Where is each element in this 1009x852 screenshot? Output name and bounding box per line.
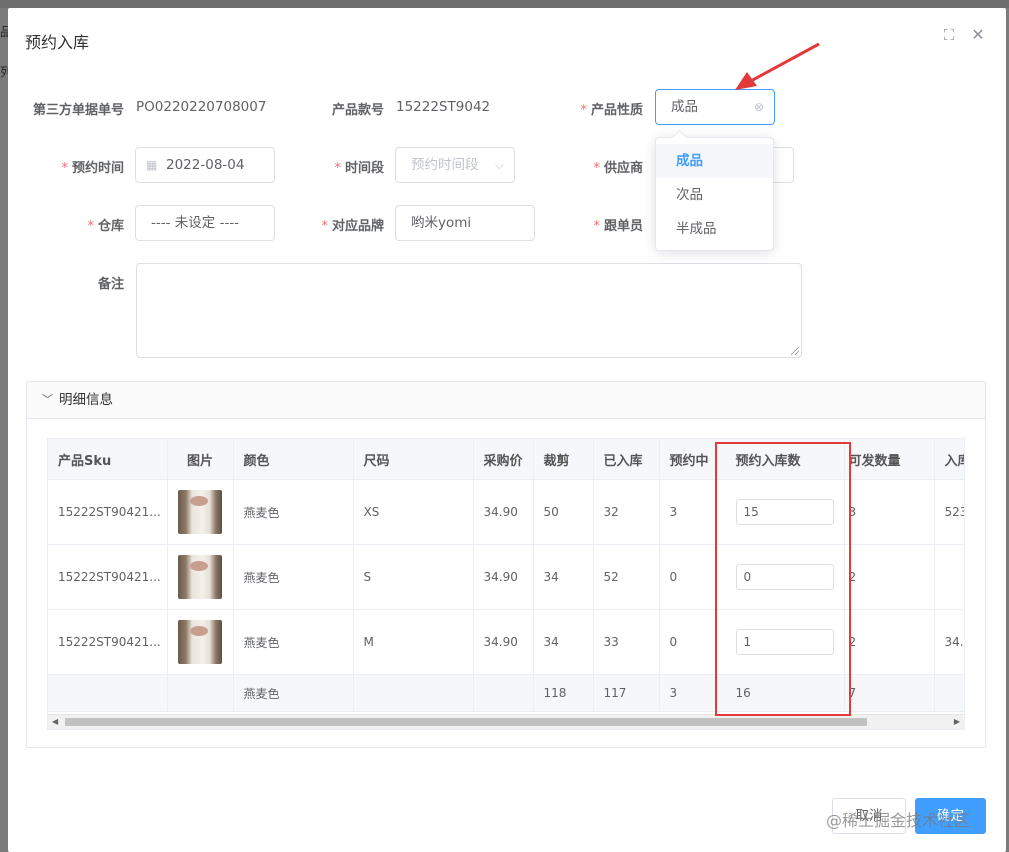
size-cell: XS xyxy=(353,479,474,545)
cut-cell: 34 xyxy=(533,544,594,610)
cut-cell: 34 xyxy=(533,609,594,675)
extra-cell: 523 xyxy=(934,479,964,545)
nature-dropdown: 成品 次品 半成品 xyxy=(655,129,774,251)
scroll-left-icon[interactable]: ◀ xyxy=(52,715,58,729)
summary-color: 燕麦色 xyxy=(233,674,354,712)
pending-cell: 0 xyxy=(659,609,716,675)
fullscreen-icon[interactable]: ⛶ xyxy=(940,26,958,44)
appt-time-label: * 预约时间 xyxy=(61,161,124,176)
available-cell: 2 xyxy=(844,609,935,675)
pending-cell: 3 xyxy=(659,479,716,545)
watermark: @稀土掘金技术社区 xyxy=(826,811,971,830)
product-image xyxy=(177,555,222,599)
sku-cell: 15222ST90421... xyxy=(48,479,168,545)
stocked-cell: 33 xyxy=(593,609,660,675)
product-no-value: 15222ST9042 xyxy=(396,99,491,115)
size-cell: S xyxy=(353,544,474,610)
close-icon[interactable]: ✕ xyxy=(969,26,987,44)
dialog-title: 预约入库 xyxy=(25,33,90,52)
dropdown-option-defective[interactable]: 次品 xyxy=(656,178,773,212)
dropdown-arrow xyxy=(671,129,688,146)
col-header: 颜色 xyxy=(233,439,354,480)
stocked-cell: 52 xyxy=(593,544,660,610)
backdrop xyxy=(0,0,1009,8)
time-slot-label: * 时间段 xyxy=(334,161,384,176)
detail-panel-header[interactable]: ﹀ 明细信息 xyxy=(27,382,985,419)
nature-label: * 产品性质 xyxy=(580,103,643,118)
price-cell: 34.90 xyxy=(473,544,534,610)
warehouse-label: * 仓库 xyxy=(87,219,124,234)
color-cell: 燕麦色 xyxy=(233,544,354,610)
remark-label: 备注 xyxy=(97,277,124,292)
col-header: 入库 xyxy=(934,439,964,480)
color-cell: 燕麦色 xyxy=(233,479,354,545)
size-cell: M xyxy=(353,609,474,675)
stocked-cell: 32 xyxy=(593,479,660,545)
col-header: 尺码 xyxy=(353,439,474,480)
col-header: 可发数量 xyxy=(844,439,935,480)
available-cell: 3 xyxy=(844,479,935,545)
col-header: 产品Sku xyxy=(48,439,168,480)
annotation-highlight-box xyxy=(715,442,851,716)
sku-cell: 15222ST90421... xyxy=(48,609,168,675)
background-fragment: 品 列 xyxy=(0,25,13,79)
pending-cell: 0 xyxy=(659,544,716,610)
price-cell: 34.90 xyxy=(473,609,534,675)
chevron-down-icon: ⌵ xyxy=(494,158,504,172)
calendar-icon: ▦ xyxy=(146,158,158,172)
scroll-right-icon[interactable]: ▶ xyxy=(954,715,960,729)
col-header: 采购价 xyxy=(473,439,534,480)
product-no-label: 产品款号 xyxy=(331,103,384,118)
summary-stocked: 117 xyxy=(593,674,660,712)
extra-cell xyxy=(934,544,964,610)
supplier-label: * 供应商 xyxy=(593,161,643,176)
price-cell: 34.90 xyxy=(473,479,534,545)
col-header: 已入库 xyxy=(593,439,660,480)
appointment-dialog: 预约入库 ⛶ ✕ 第三方单据单号 PO0220220708007 产品款号 15… xyxy=(8,8,1006,852)
summary-cut: 118 xyxy=(533,674,594,712)
nature-select[interactable]: 成品 ⊗ xyxy=(655,89,775,125)
col-header: 图片 xyxy=(167,439,234,480)
sku-cell: 15222ST90421... xyxy=(48,544,168,610)
product-image xyxy=(177,490,222,534)
col-header: 裁剪 xyxy=(533,439,594,480)
color-cell: 燕麦色 xyxy=(233,609,354,675)
extra-cell: 34.9 xyxy=(934,609,964,675)
third-party-no-label: 第三方单据单号 xyxy=(32,103,124,118)
clear-icon[interactable]: ⊗ xyxy=(754,90,764,124)
cut-cell: 50 xyxy=(533,479,594,545)
brand-input[interactable]: 哟米yomi xyxy=(395,205,535,241)
remark-textarea[interactable] xyxy=(136,263,802,358)
brand-label: * 对应品牌 xyxy=(321,219,384,234)
warehouse-select[interactable]: ---- 未设定 ---- xyxy=(135,205,275,241)
summary-available: 7 xyxy=(844,674,935,712)
resize-handle[interactable] xyxy=(791,347,799,355)
dropdown-option-finished[interactable]: 成品 xyxy=(656,144,773,178)
scrollbar-thumb[interactable] xyxy=(65,718,867,726)
product-image xyxy=(177,620,222,664)
col-header: 预约中 xyxy=(659,439,716,480)
follower-label: * 跟单员 xyxy=(593,219,643,234)
horizontal-scrollbar[interactable]: ◀ ▶ xyxy=(48,714,964,729)
appt-date-picker[interactable]: ▦ 2022-08-04 xyxy=(135,147,275,183)
annotation-arrow xyxy=(735,42,820,90)
chevron-down-icon: ﹀ xyxy=(42,393,53,406)
time-slot-select[interactable]: 预约时间段 ⌵ xyxy=(395,147,515,183)
summary-pending: 3 xyxy=(659,674,716,712)
available-cell: 2 xyxy=(844,544,935,610)
dropdown-option-semi-finished[interactable]: 半成品 xyxy=(656,212,773,246)
third-party-no-value: PO0220220708007 xyxy=(136,99,267,115)
